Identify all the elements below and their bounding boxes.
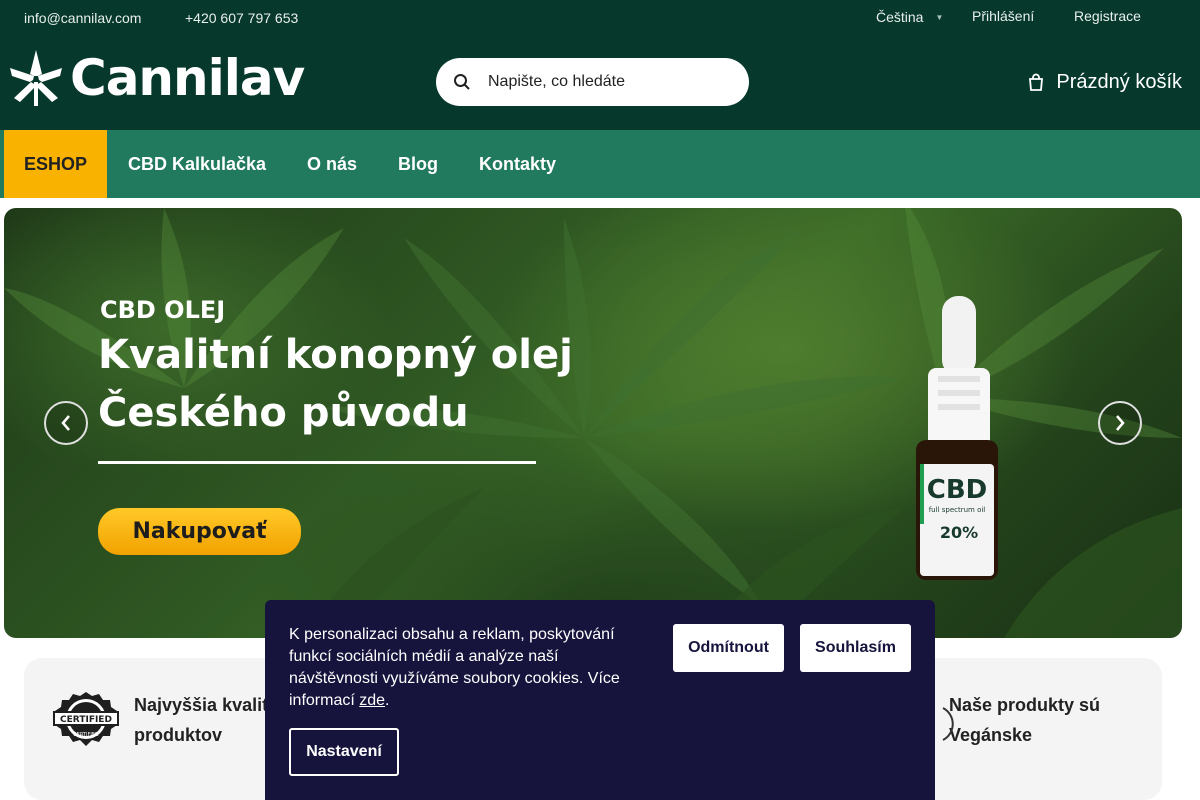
accept-cookies-button[interactable]: Souhlasím xyxy=(800,624,911,672)
search-input[interactable] xyxy=(488,73,728,91)
cookie-consent-dialog: K personalizaci obsahu a reklam, poskyto… xyxy=(265,600,935,800)
reject-cookies-button[interactable]: Odmítnout xyxy=(673,624,784,672)
nav-item-eshop[interactable]: ESHOP xyxy=(4,130,108,198)
logo[interactable]: Cannilav xyxy=(4,46,305,110)
main-nav: ESHOP CBD Kalkulačka O nás Blog Kontakty xyxy=(0,130,1200,198)
cookie-message-end: . xyxy=(385,692,390,709)
search-icon[interactable] xyxy=(436,73,488,91)
certified-badge-icon: CERTIFIED CERTIFIED xyxy=(53,692,119,746)
feature-vegan-line2: Vegánske xyxy=(949,725,1033,745)
search-bar[interactable] xyxy=(436,58,749,106)
cookie-settings-button[interactable]: Nastavení xyxy=(289,728,399,776)
hero-eyebrow: CBD OLEJ xyxy=(100,296,226,324)
login-link[interactable]: Přihlášení xyxy=(972,8,1034,24)
feature-quality-line1: Najvyššia kvalit xyxy=(134,695,269,715)
next-slide-button[interactable] xyxy=(1098,401,1142,445)
header: info@cannilav.com +420 607 797 653 Češti… xyxy=(0,0,1200,130)
cannabis-leaf-logo-icon xyxy=(10,50,62,106)
register-link[interactable]: Registrace xyxy=(1074,8,1141,24)
feature-vegan-text: Naše produkty sú Vegánske xyxy=(949,690,1100,750)
nav-item-o-nas[interactable]: O nás xyxy=(307,130,357,198)
nav-item-cbd-kalkulacka[interactable]: CBD Kalkulačka xyxy=(128,130,266,198)
cookie-info-link[interactable]: zde xyxy=(359,692,385,709)
cart-button[interactable]: Prázdný košík xyxy=(1026,71,1182,94)
hero-title: Kvalitní konopný olej Českého původu xyxy=(98,326,618,442)
email-link[interactable]: info@cannilav.com xyxy=(24,10,141,26)
language-label: Čeština xyxy=(876,9,924,25)
prev-slide-button[interactable] xyxy=(44,401,88,445)
phone-link[interactable]: +420 607 797 653 xyxy=(185,10,298,26)
nav-item-kontakty[interactable]: Kontakty xyxy=(479,130,556,198)
chevron-right-icon xyxy=(1116,415,1125,431)
badge-text-bottom: CERTIFIED xyxy=(73,732,99,738)
hero-title-line2: Českého původu xyxy=(98,390,469,436)
feature-vegan-line1: Naše produkty sú xyxy=(949,695,1101,715)
language-select[interactable]: Čeština ▼ xyxy=(876,9,943,25)
hero-divider xyxy=(98,461,536,464)
hero-banner[interactable]: CBD full spectrum oil 20% CBD OLEJ Kvali… xyxy=(4,208,1182,638)
hero-title-line1: Kvalitní konopný olej xyxy=(98,332,573,378)
logo-text: Cannilav xyxy=(70,49,305,107)
cart-label: Prázdný košík xyxy=(1056,71,1182,93)
chevron-left-icon xyxy=(61,415,70,431)
feature-quality-text: Najvyššia kvalit produktov xyxy=(134,690,268,750)
badge-text-top: CERTIFIED xyxy=(60,715,112,725)
feature-quality-line2: produktov xyxy=(134,725,222,745)
cookie-text: K personalizaci obsahu a reklam, poskyto… xyxy=(289,624,649,712)
cookie-message: K personalizaci obsahu a reklam, poskyto… xyxy=(289,626,620,709)
bottle-label-main: CBD xyxy=(927,475,987,505)
cart-icon xyxy=(1029,73,1044,91)
feature-vegan: Naše produkty sú Vegánske xyxy=(942,690,1100,750)
shop-now-button[interactable]: Nakupovať xyxy=(98,508,301,555)
bottle-label-sub: full spectrum oil xyxy=(929,506,986,514)
nav-item-blog[interactable]: Blog xyxy=(398,130,438,198)
bottle-percent: 20% xyxy=(940,523,978,542)
feature-quality: CERTIFIED CERTIFIED Najvyššia kvalit pro… xyxy=(48,690,268,750)
caret-down-icon: ▼ xyxy=(935,12,944,22)
